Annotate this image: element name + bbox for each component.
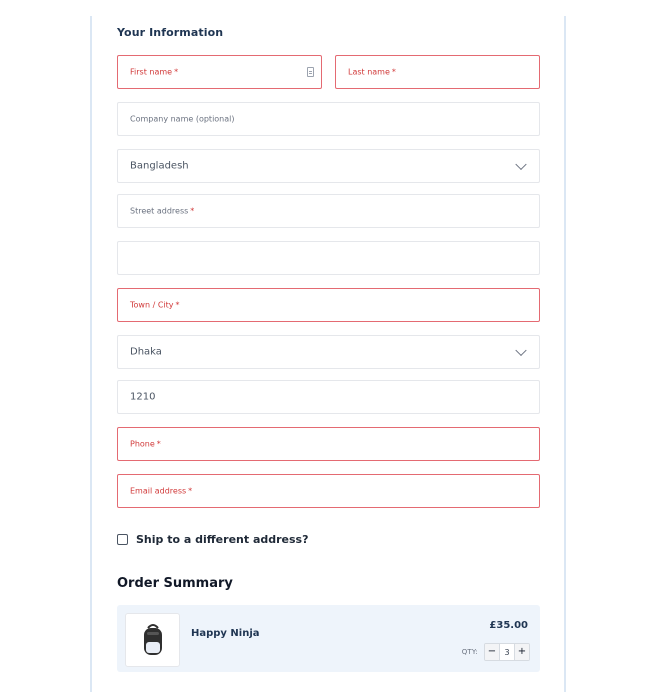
product-name[interactable]: Happy Ninja (191, 628, 260, 639)
increase-quantity-button[interactable]: + (515, 644, 529, 660)
last-name-label-text: Last name (348, 67, 390, 77)
product-image (125, 613, 180, 667)
backpack-icon (143, 624, 162, 655)
last-name-label: Last name * (348, 68, 396, 77)
country-value: Bangladesh (130, 160, 189, 172)
first-name-label-text: First name (130, 67, 173, 77)
required-mark: * (188, 486, 193, 496)
email-label-text: Email address (130, 486, 187, 496)
quantity-value[interactable]: 3 (499, 644, 515, 660)
street-address-field[interactable]: Street address * (117, 194, 540, 228)
order-item: Happy Ninja £35.00 QTY: − 3 + (117, 605, 540, 672)
ship-different-address-label[interactable]: Ship to a different address? (136, 533, 308, 546)
first-name-field[interactable]: First name * (117, 55, 322, 89)
postcode-field[interactable]: 1210 (117, 380, 540, 414)
district-value: Dhaka (130, 346, 162, 358)
phone-label: Phone * (130, 440, 161, 449)
quantity-control: QTY: − 3 + (462, 643, 530, 661)
quantity-label: QTY: (461, 648, 478, 656)
district-select[interactable]: Dhaka (117, 335, 540, 369)
your-information-heading: Your Information (117, 26, 224, 39)
autofill-icon[interactable] (307, 67, 314, 77)
company-name-label: Company name (optional) (130, 114, 235, 124)
product-price: £35.00 (489, 620, 528, 631)
postcode-value: 1210 (130, 391, 156, 403)
email-field[interactable]: Email address * (117, 474, 540, 508)
required-mark: * (190, 206, 195, 216)
town-city-label-text: Town / City (130, 300, 174, 310)
company-name-field[interactable]: Company name (optional) (117, 102, 540, 136)
phone-label-text: Phone (130, 439, 155, 449)
chevron-down-icon (515, 158, 527, 171)
quantity-stepper[interactable]: − 3 + (484, 643, 530, 661)
street-address-label: Street address * (130, 207, 194, 216)
decrease-quantity-button[interactable]: − (485, 644, 499, 660)
email-label: Email address * (130, 487, 192, 496)
town-city-field[interactable]: Town / City * (117, 288, 540, 322)
first-name-label: First name * (130, 68, 178, 77)
order-summary-heading: Order Summary (117, 576, 233, 591)
required-mark: * (156, 439, 161, 449)
ship-different-address-row[interactable]: Ship to a different address? (117, 533, 308, 546)
required-mark: * (175, 300, 180, 310)
last-name-field[interactable]: Last name * (335, 55, 540, 89)
country-select[interactable]: Bangladesh (117, 149, 540, 183)
phone-field[interactable]: Phone * (117, 427, 540, 461)
street-address-label-text: Street address (130, 206, 189, 216)
ship-different-address-checkbox[interactable] (117, 534, 128, 545)
chevron-down-icon (515, 344, 527, 357)
street-address-2-field[interactable] (117, 241, 540, 275)
town-city-label: Town / City * (130, 301, 180, 310)
required-mark: * (174, 67, 179, 77)
required-mark: * (391, 67, 396, 77)
